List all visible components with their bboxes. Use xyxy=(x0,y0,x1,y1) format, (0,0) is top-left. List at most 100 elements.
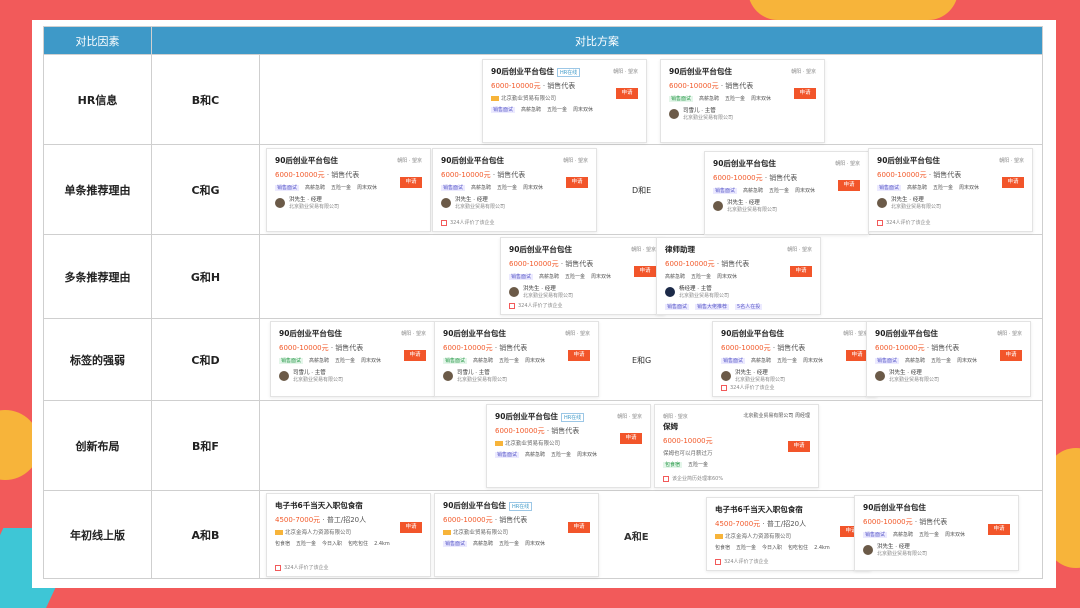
job-card[interactable]: 90后创业平台包住 6000-10000元 · 销售代表 销售面试 高薪急聘 五险一… xyxy=(854,495,1019,571)
avatar xyxy=(877,197,887,208)
row-combo: B和C xyxy=(151,54,260,145)
row-demo: 电子书6千当天入职包食宿 4500-7000元 · 普工/招20人 北京金海人力… xyxy=(259,490,1043,579)
hr-info: 洪先生 · 经理 北京勤业贸易有限公司 xyxy=(713,198,860,213)
job-card[interactable]: 90后创业平台包住 HR在线 朝阳 · 望京 6000-10000元 · 销售代表… xyxy=(486,404,651,488)
company-icon xyxy=(443,530,451,535)
job-salary: 6000-10000元 xyxy=(721,344,771,352)
company-name: 北京勤业贸易有限公司 xyxy=(505,441,561,447)
avatar xyxy=(509,286,519,297)
job-location: 朝阳 · 望京 xyxy=(613,69,638,75)
apply-button[interactable]: 申请 xyxy=(846,350,868,361)
job-card[interactable]: 90后创业平台包住 朝阳 · 望京 6000-10000元 · 销售代表 销售面… xyxy=(868,148,1033,232)
job-location: 朝阳 · 望京 xyxy=(565,331,590,337)
job-card[interactable]: 律师助理 朝阳 · 望京 6000-10000元 · 销售代表 高薪急聘 五险一金… xyxy=(656,237,821,315)
hr-info: 杨经理 · 主管 北京勤业贸易有限公司 xyxy=(665,284,812,299)
hr-info: 洪先生 · 经理 北京勤业贸易有限公司 xyxy=(721,368,868,383)
apply-button[interactable]: 申请 xyxy=(616,88,638,99)
hr-info: 洪先生 · 经理 北京勤业贸易有限公司 xyxy=(863,542,1010,557)
job-card[interactable]: 电子书6千当天入职包食宿 4500-7000元 · 普工/招20人 北京金海人力… xyxy=(706,497,871,571)
row-demo: 90后创业平台包住 HR在线 朝阳 · 望京 6000-10000元 · 销售代表… xyxy=(259,54,1043,145)
job-salary: 6000-10000元 xyxy=(863,518,913,526)
job-salary: 6000-10000元 xyxy=(509,260,559,268)
job-salary: 6000-10000元 xyxy=(441,171,491,179)
job-salary: 6000-10000元 xyxy=(663,437,713,445)
table-header: 对比因素 对比方案 xyxy=(43,26,1043,55)
apply-button[interactable]: 申请 xyxy=(400,177,422,188)
job-card[interactable]: 朝阳 · 望京 北京勤业贸易有限公司 周经理 保姆 6000-10000元 保姆… xyxy=(654,404,819,488)
job-salary: 6000-10000元 xyxy=(443,344,493,352)
job-card[interactable]: 90后创业平台包住 朝阳 · 望京 6000-10000元 · 销售代表 销售面… xyxy=(500,237,665,315)
job-card[interactable]: 90后创业平台包住 HR在线 6000-10000元 · 销售代表 北京勤业贸易有… xyxy=(434,493,599,577)
row-combo: C和D xyxy=(151,318,260,401)
hr-name: 周经理 xyxy=(794,413,810,419)
apply-button[interactable]: 申请 xyxy=(568,350,590,361)
job-title: 电子书6千当天入职包食宿 xyxy=(275,501,363,510)
apply-button[interactable]: 申请 xyxy=(566,177,588,188)
company-icon xyxy=(491,96,499,101)
job-card[interactable]: 90后创业平台包住 朝阳 · 望京 6000-10000元 · 销售代表 销售面… xyxy=(270,321,435,397)
job-location: 朝阳 · 望京 xyxy=(401,331,426,337)
job-salary: 6000-10000元 xyxy=(491,82,541,90)
table-row: 标签的强弱 C和D 90后创业平台包住 朝阳 · 望京 6000-10000元 … xyxy=(43,318,1043,401)
apply-button[interactable]: 申请 xyxy=(1000,350,1022,361)
apply-button[interactable]: 申请 xyxy=(790,266,812,277)
extra-combo: D和E xyxy=(632,186,652,195)
job-card[interactable]: 90后创业平台包住 朝阳 · 望京 6000-10000元 · 销售代表 销售面… xyxy=(432,148,597,232)
apply-button[interactable]: 申请 xyxy=(620,433,642,444)
review-count: 324人评价了该企业 xyxy=(441,219,495,226)
hr-info: 洪先生 · 经理 北京勤业贸易有限公司 xyxy=(441,195,588,210)
review-count: 324人评价了该企业 xyxy=(877,219,931,226)
job-location: 朝阳 · 望京 xyxy=(843,331,868,337)
table-row: 创新布局 B和F 90后创业平台包住 HR在线 朝阳 · 望京 6000-1000… xyxy=(43,400,1043,491)
row-factor: 多条推荐理由 xyxy=(43,234,152,319)
company-icon xyxy=(495,441,503,446)
hr-online-tag: HR在线 xyxy=(508,502,533,511)
job-card[interactable]: 90后创业平台包住 朝阳 · 望京 6000-10000元 · 销售代表 销售面… xyxy=(866,321,1031,397)
job-location: 朝阳 · 望京 xyxy=(617,414,642,420)
company-name: 北京勤业贸易有限公司 xyxy=(453,530,509,536)
apply-button[interactable]: 申请 xyxy=(634,266,656,277)
job-location: 朝阳 · 望京 xyxy=(787,247,812,253)
avatar xyxy=(875,370,885,381)
job-location: 朝阳 · 望京 xyxy=(663,414,688,420)
review-count: 324人评价了该企业 xyxy=(275,564,329,571)
job-card[interactable]: 90后创业平台包住 朝阳 · 望京 6000-10000元 · 销售代表 销售面… xyxy=(712,321,877,397)
job-role: · 销售代表 xyxy=(720,82,754,90)
apply-button[interactable]: 申请 xyxy=(568,522,590,533)
apply-button[interactable]: 申请 xyxy=(1002,177,1024,188)
company-name: 北京金海人力资源有限公司 xyxy=(725,534,792,540)
avatar xyxy=(443,370,453,381)
apply-button[interactable]: 申请 xyxy=(838,180,860,191)
job-title: 90后创业平台包住 xyxy=(443,501,506,510)
row-factor: 单条推荐理由 xyxy=(43,144,152,235)
hr-info: 洪先生 · 经理 北京勤业贸易有限公司 xyxy=(877,195,1024,210)
job-tags: 销售面试 高薪急聘 五险一金 周末双休 xyxy=(443,541,546,547)
job-tags: 包食宿 五险一金 今日入职 包吃包住 2.4km xyxy=(715,545,830,551)
job-card[interactable]: 90后创业平台包住 朝阳 · 望京 6000-10000元 · 销售代表 销售面… xyxy=(266,148,431,232)
apply-button[interactable]: 申请 xyxy=(400,522,422,533)
hr-info: 洪先生 · 经理 北京勤业贸易有限公司 xyxy=(875,368,1022,383)
hr-online-tag: HR在线 xyxy=(560,413,585,422)
job-card[interactable]: 90后创业平台包住 朝阳 · 望京 6000-10000元 · 销售代表 销售面… xyxy=(434,321,599,397)
job-card[interactable]: 电子书6千当天入职包食宿 4500-7000元 · 普工/招20人 北京金海人力… xyxy=(266,493,431,577)
apply-button[interactable]: 申请 xyxy=(794,88,816,99)
job-title: 90后创业平台包住 xyxy=(863,503,926,512)
table-row: 单条推荐理由 C和G 90后创业平台包住 朝阳 · 望京 6000-10000元… xyxy=(43,144,1043,235)
apply-button[interactable]: 申请 xyxy=(404,350,426,361)
job-title: 90后创业平台包住 xyxy=(495,412,558,421)
review-count: 324人评价了该企业 xyxy=(715,558,769,565)
apply-button[interactable]: 申请 xyxy=(788,441,810,452)
company-name: 北京金海人力资源有限公司 xyxy=(285,530,352,536)
job-card[interactable]: 90后创业平台包住 朝阳 · 望京 6000-10000元 · 销售代表 销售面… xyxy=(660,59,825,143)
avatar xyxy=(275,197,285,208)
row-demo: 90后创业平台包住 朝阳 · 望京 6000-10000元 · 销售代表 销售面… xyxy=(259,144,1043,235)
header-plan: 对比方案 xyxy=(151,26,1043,55)
extra-combo: E和G xyxy=(632,356,652,365)
job-card[interactable]: 90后创业平台包住 朝阳 · 望京 6000-10000元 · 销售代表 销售面… xyxy=(704,151,869,235)
job-tags: 包食宿 五险一金 今日入职 包吃包住 2.4km xyxy=(275,541,390,547)
company-name: 北京勤业贸易有限公司 xyxy=(743,413,794,419)
table-row: 年初线上版 A和B 电子书6千当天入职包食宿 4500-7000元 · 普工/招… xyxy=(43,490,1043,579)
row-combo: C和G xyxy=(151,144,260,235)
apply-button[interactable]: 申请 xyxy=(988,524,1010,535)
job-card[interactable]: 90后创业平台包住 HR在线 朝阳 · 望京 6000-10000元 · 销售代表… xyxy=(482,59,647,143)
